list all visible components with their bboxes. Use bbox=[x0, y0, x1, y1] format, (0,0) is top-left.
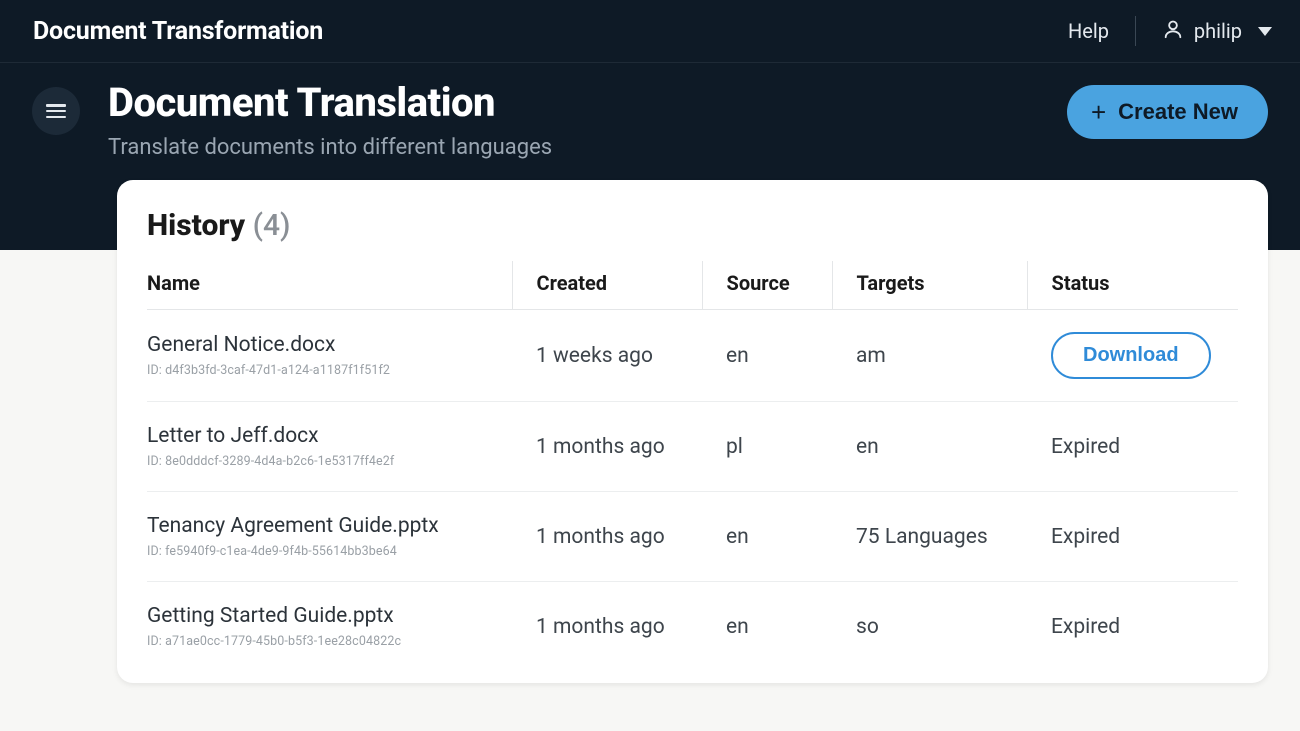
brand-title: Document Transformation bbox=[33, 17, 323, 46]
table-row: General Notice.docx ID: d4f3b3fd-3caf-47d… bbox=[147, 310, 1238, 402]
cell-created: 1 months ago bbox=[512, 582, 702, 672]
topbar-divider bbox=[1135, 16, 1136, 46]
cell-created: 1 weeks ago bbox=[512, 310, 702, 402]
cell-targets: so bbox=[832, 582, 1027, 672]
table-header-row: Name Created Source Targets Status bbox=[147, 261, 1238, 310]
plus-icon: + bbox=[1091, 99, 1106, 125]
cell-name: Tenancy Agreement Guide.pptx ID: fe5940f9… bbox=[147, 492, 512, 582]
cell-source: pl bbox=[702, 402, 832, 492]
status-text: Expired bbox=[1051, 525, 1120, 549]
cell-status: Expired bbox=[1027, 492, 1238, 582]
user-menu[interactable]: philip bbox=[1162, 18, 1272, 45]
col-status: Status bbox=[1027, 261, 1238, 310]
col-source: Source bbox=[702, 261, 832, 310]
history-heading-text: History bbox=[147, 208, 245, 243]
doc-name: General Notice.docx bbox=[147, 333, 498, 357]
doc-name: Letter to Jeff.docx bbox=[147, 424, 498, 448]
username: philip bbox=[1194, 19, 1242, 43]
table-row: Letter to Jeff.docx ID: 8e0dddcf-3289-4d4… bbox=[147, 402, 1238, 492]
cell-targets: am bbox=[832, 310, 1027, 402]
user-icon bbox=[1162, 18, 1184, 45]
history-card: History (4) Name Created Source Targets … bbox=[117, 180, 1268, 683]
doc-id: ID: a71ae0cc-1779-45b0-b5f3-1ee28c04822c bbox=[147, 634, 498, 649]
menu-button[interactable] bbox=[32, 87, 80, 135]
cell-status: Download bbox=[1027, 310, 1238, 402]
topbar-right: Help philip bbox=[1068, 16, 1272, 46]
table-row: Getting Started Guide.pptx ID: a71ae0cc-1… bbox=[147, 582, 1238, 672]
col-targets: Targets bbox=[832, 261, 1027, 310]
history-table: Name Created Source Targets Status Gener… bbox=[147, 261, 1238, 671]
page-subtitle: Translate documents into different langu… bbox=[108, 135, 1039, 160]
help-link[interactable]: Help bbox=[1068, 19, 1109, 43]
table-row: Tenancy Agreement Guide.pptx ID: fe5940f9… bbox=[147, 492, 1238, 582]
content-area: History (4) Name Created Source Targets … bbox=[0, 180, 1300, 683]
cell-name: Letter to Jeff.docx ID: 8e0dddcf-3289-4d4… bbox=[147, 402, 512, 492]
cell-source: en bbox=[702, 582, 832, 672]
create-new-label: Create New bbox=[1118, 99, 1238, 125]
top-bar: Document Transformation Help philip bbox=[0, 0, 1300, 63]
doc-id: ID: fe5940f9-c1ea-4de9-9f4b-55614bb3be64 bbox=[147, 544, 498, 559]
page-title: Document Translation bbox=[108, 81, 1039, 125]
history-heading: History (4) bbox=[147, 208, 1238, 243]
page-heading-block: Document Translation Translate documents… bbox=[108, 81, 1039, 160]
status-text: Expired bbox=[1051, 615, 1120, 639]
cell-name: Getting Started Guide.pptx ID: a71ae0cc-1… bbox=[147, 582, 512, 672]
cell-created: 1 months ago bbox=[512, 492, 702, 582]
history-count: (4) bbox=[253, 208, 291, 243]
col-created: Created bbox=[512, 261, 702, 310]
doc-id: ID: d4f3b3fd-3caf-47d1-a124-a1187f1f51f2 bbox=[147, 363, 498, 378]
cell-source: en bbox=[702, 310, 832, 402]
cell-targets: en bbox=[832, 402, 1027, 492]
cell-status: Expired bbox=[1027, 402, 1238, 492]
hamburger-icon bbox=[46, 104, 66, 118]
download-button[interactable]: Download bbox=[1051, 332, 1211, 379]
col-name: Name bbox=[147, 261, 512, 310]
doc-name: Getting Started Guide.pptx bbox=[147, 604, 498, 628]
cell-name: General Notice.docx ID: d4f3b3fd-3caf-47d… bbox=[147, 310, 512, 402]
cell-status: Expired bbox=[1027, 582, 1238, 672]
doc-id: ID: 8e0dddcf-3289-4d4a-b2c6-1e5317ff4e2f bbox=[147, 454, 498, 469]
status-text: Expired bbox=[1051, 435, 1120, 459]
chevron-down-icon bbox=[1258, 27, 1272, 36]
cell-source: en bbox=[702, 492, 832, 582]
doc-name: Tenancy Agreement Guide.pptx bbox=[147, 514, 498, 538]
cell-targets: 75 Languages bbox=[832, 492, 1027, 582]
cell-created: 1 months ago bbox=[512, 402, 702, 492]
create-new-button[interactable]: + Create New bbox=[1067, 85, 1268, 139]
